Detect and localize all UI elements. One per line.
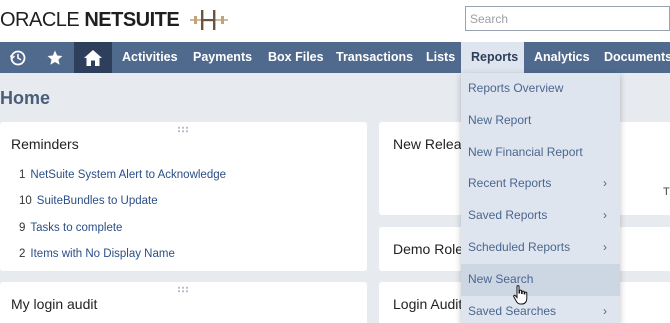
nav-item-payments[interactable]: Payments — [193, 42, 252, 73]
reminder-count: 2 — [19, 248, 26, 261]
reminders-portlet: Reminders 1 NetSuite System Alert to Ack… — [0, 122, 367, 271]
reminder-link[interactable]: Items with No Display Name — [30, 248, 174, 260]
nav-item-documents[interactable]: Documents — [604, 42, 670, 73]
menu-item-recent-reports[interactable]: Recent Reports › — [461, 168, 620, 200]
menu-item-label: Reports Overview — [468, 81, 564, 95]
menu-item-scheduled-reports[interactable]: Scheduled Reports › — [461, 232, 620, 264]
chevron-right-icon: › — [603, 303, 607, 318]
top-header: ORACLE NETSUITE — [0, 0, 670, 42]
portlet-title: New Releas — [393, 136, 469, 152]
list-item: 1 NetSuite System Alert to Acknowledge — [19, 162, 226, 188]
menu-item-saved-searches[interactable]: Saved Searches › — [461, 296, 620, 323]
menu-item-label: New Report — [468, 112, 532, 127]
nav-item-analytics[interactable]: Analytics — [534, 42, 590, 73]
home-icon[interactable] — [74, 42, 112, 73]
chevron-right-icon: › — [603, 176, 607, 191]
drag-handle-icon[interactable] — [177, 126, 189, 133]
my-login-audit-portlet: My login audit — [0, 282, 367, 323]
menu-item-label: Saved Reports — [468, 208, 548, 223]
drag-handle-icon[interactable] — [177, 286, 189, 293]
menu-item-new-report[interactable]: New Report — [461, 105, 620, 137]
list-item: 10 SuiteBundles to Update — [19, 188, 226, 214]
portlet-title: Reminders — [11, 136, 79, 152]
portlet-title: Demo Roles — [393, 241, 471, 257]
logo-netsuite-text: NETSUITE — [84, 9, 180, 31]
company-brand-icon — [190, 10, 228, 30]
menu-item-label: New Financial Report — [468, 144, 583, 159]
reminder-count: 10 — [19, 195, 32, 208]
nav-item-transactions[interactable]: Transactions — [336, 42, 413, 73]
star-icon[interactable] — [36, 42, 74, 73]
menu-item-label: Scheduled Reports — [468, 240, 571, 254]
partial-text: T — [663, 186, 670, 198]
reminders-list: 1 NetSuite System Alert to Acknowledge 1… — [19, 162, 226, 267]
hand-pointer-cursor-icon — [513, 285, 528, 305]
logo-oracle-text: ORACLE — [0, 9, 80, 31]
chevron-right-icon: › — [603, 208, 607, 223]
list-item: 9 Tasks to complete — [19, 215, 226, 241]
nav-item-box-files[interactable]: Box Files — [268, 42, 324, 73]
list-item: 2 Items with No Display Name — [19, 241, 226, 267]
nav-item-reports[interactable]: Reports — [461, 42, 524, 73]
menu-item-new-financial-report[interactable]: New Financial Report — [461, 137, 620, 169]
oracle-netsuite-logo[interactable]: ORACLE NETSUITE — [0, 9, 180, 32]
nav-item-activities[interactable]: Activities — [122, 42, 178, 73]
reminder-count: 9 — [19, 221, 26, 234]
main-nav-bar: Activities Payments Box Files Transactio… — [0, 42, 670, 73]
recent-records-icon[interactable] — [0, 42, 36, 73]
reminder-link[interactable]: SuiteBundles to Update — [37, 195, 158, 207]
portlet-title: Login Audit — [393, 296, 463, 312]
menu-item-label: Recent Reports — [468, 176, 552, 191]
global-search-input[interactable] — [465, 6, 670, 31]
chevron-right-icon: › — [603, 240, 607, 254]
reminder-link[interactable]: NetSuite System Alert to Acknowledge — [30, 169, 226, 181]
menu-item-reports-overview[interactable]: Reports Overview — [461, 73, 620, 105]
reminder-link[interactable]: Tasks to complete — [30, 222, 122, 234]
page-title: Home — [0, 88, 51, 108]
reminder-count: 1 — [19, 169, 26, 182]
nav-item-lists[interactable]: Lists — [426, 42, 455, 73]
menu-item-saved-reports[interactable]: Saved Reports › — [461, 200, 620, 232]
menu-item-new-search[interactable]: New Search — [461, 263, 620, 296]
reports-dropdown-menu: Reports Overview New Report New Financia… — [461, 73, 620, 323]
portlet-title: My login audit — [11, 296, 98, 312]
